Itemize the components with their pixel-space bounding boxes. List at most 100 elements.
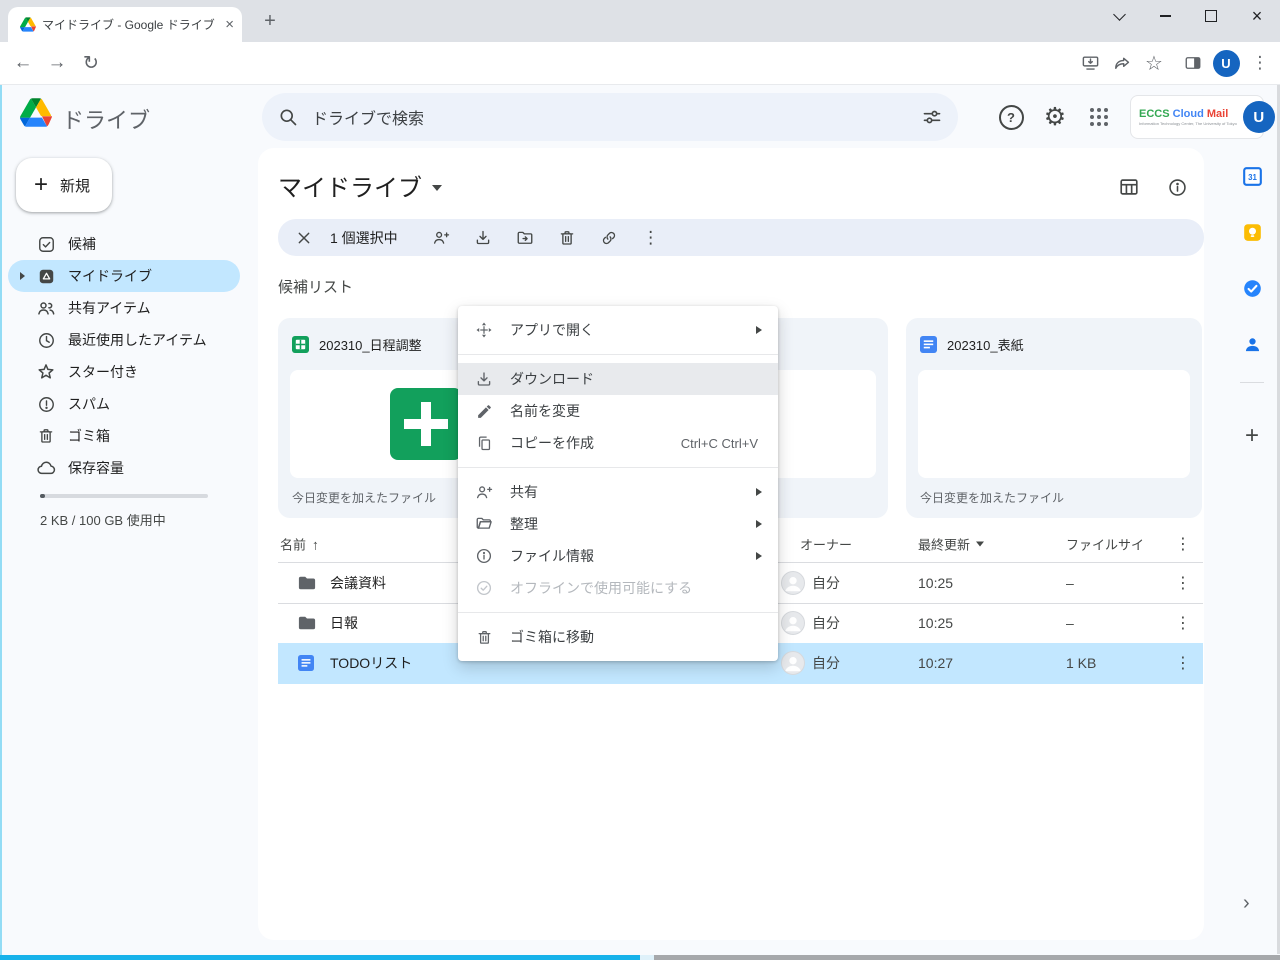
sidebar-item-trash[interactable]: ゴミ箱	[8, 420, 240, 452]
eccs-cloud-mail-logo: ECCS Cloud Mail Information Technology C…	[1139, 109, 1237, 126]
new-button[interactable]: + 新規	[16, 158, 112, 212]
app-name: ドライブ	[62, 103, 150, 135]
page-title[interactable]: マイドライブ	[278, 168, 442, 203]
search-bar[interactable]: ドライブで検索	[262, 93, 958, 141]
cloud-icon	[36, 458, 56, 478]
storage-progress-bar	[40, 494, 208, 498]
pencil-icon	[474, 403, 494, 420]
trash-icon[interactable]	[558, 229, 576, 247]
share-person-add-icon[interactable]	[432, 228, 450, 247]
column-modified[interactable]: 最終更新	[918, 535, 984, 554]
tab-search-chevron-icon[interactable]	[1096, 0, 1142, 32]
move-to-folder-icon[interactable]	[516, 228, 534, 248]
reload-button[interactable]: ↻	[76, 42, 106, 84]
tasks-icon[interactable]	[1241, 277, 1263, 299]
sidebar-item-shared[interactable]: 共有アイテム	[8, 292, 240, 324]
file-card-docs[interactable]: 202310_表紙 今日変更を加えたファイル	[906, 318, 1202, 518]
share-person-add-icon	[474, 483, 494, 501]
window-minimize-button[interactable]	[1142, 0, 1188, 32]
menu-item-rename[interactable]: 名前を変更	[458, 395, 778, 427]
menu-item-organize[interactable]: 整理	[458, 508, 778, 540]
grid-view-icon[interactable]	[1116, 174, 1142, 200]
get-link-icon[interactable]	[600, 228, 618, 248]
column-name[interactable]: 名前 ↑	[280, 535, 319, 554]
calendar-icon[interactable]: 31	[1241, 165, 1263, 187]
plus-icon: +	[34, 173, 48, 197]
row-kebab-icon[interactable]: ⋮	[1175, 573, 1191, 593]
tab-strip: マイドライブ - Google ドライブ × + ×	[0, 0, 1280, 42]
details-info-icon[interactable]	[1164, 174, 1190, 200]
docs-file-icon	[298, 655, 314, 671]
side-panel-icon[interactable]	[1178, 42, 1208, 84]
drive-favicon	[20, 17, 36, 32]
sheets-file-icon	[292, 336, 309, 353]
column-owner[interactable]: オーナー	[800, 535, 852, 554]
account-avatar[interactable]: U	[1243, 101, 1275, 133]
menu-item-make-copy[interactable]: コピーを作成 Ctrl+C Ctrl+V	[458, 427, 778, 459]
owner-avatar	[781, 611, 805, 635]
share-icon[interactable]	[1107, 42, 1137, 84]
row-kebab-icon[interactable]: ⋮	[1175, 653, 1191, 673]
clear-selection-icon[interactable]	[296, 230, 314, 246]
drive-logo	[20, 98, 52, 127]
column-size[interactable]: ファイルサイ	[1066, 535, 1144, 554]
folder-icon	[298, 576, 316, 591]
search-options-tune-icon[interactable]	[922, 107, 942, 127]
help-icon[interactable]: ?	[998, 104, 1024, 130]
video-progress-bar[interactable]	[0, 955, 1280, 960]
install-icon[interactable]	[1075, 42, 1105, 84]
keep-icon[interactable]	[1241, 221, 1263, 243]
bookmark-star-icon[interactable]: ☆	[1139, 42, 1169, 84]
forward-button[interactable]: →	[42, 42, 72, 84]
tab-close-icon[interactable]: ×	[225, 16, 234, 33]
title-dropdown-caret-icon	[432, 185, 442, 191]
window-maximize-button[interactable]	[1188, 0, 1234, 32]
column-dropdown-caret-icon	[976, 542, 984, 547]
menu-item-share[interactable]: 共有	[458, 476, 778, 508]
sidebar-item-spam[interactable]: スパム	[8, 388, 240, 420]
sidebar: 候補 マイドライブ 共有アイテム 最近使用したアイテム スタ	[0, 228, 256, 484]
tab-title: マイドライブ - Google ドライブ	[42, 16, 219, 33]
menu-item-move-to-trash[interactable]: ゴミ箱に移動	[458, 621, 778, 653]
shortcut-label: Ctrl+C Ctrl+V	[681, 436, 758, 451]
progress-gap	[640, 955, 654, 960]
menu-item-file-info[interactable]: ファイル情報	[458, 540, 778, 572]
menu-item-download[interactable]: ダウンロード	[458, 363, 778, 395]
settings-gear-icon[interactable]: ⚙	[1042, 104, 1068, 130]
browser-avatar[interactable]: U	[1211, 42, 1241, 84]
more-actions-kebab-icon[interactable]: ⋮	[642, 228, 660, 248]
header-kebab-icon[interactable]: ⋮	[1175, 534, 1191, 554]
submenu-arrow-icon	[756, 488, 762, 496]
download-icon[interactable]	[474, 228, 492, 247]
sidebar-item-my-drive[interactable]: マイドライブ	[8, 260, 240, 292]
window-close-button[interactable]: ×	[1234, 0, 1280, 32]
card-caption: 今日変更を加えたファイル	[906, 478, 1202, 506]
browser-tab[interactable]: マイドライブ - Google ドライブ ×	[8, 7, 242, 42]
new-tab-button[interactable]: +	[258, 10, 282, 33]
sidebar-item-starred[interactable]: スター付き	[8, 356, 240, 388]
sidebar-item-suggested[interactable]: 候補	[8, 228, 240, 260]
show-side-panel-chevron-icon[interactable]: ›	[1243, 892, 1250, 915]
folder-icon	[298, 616, 316, 631]
menu-divider	[458, 467, 778, 468]
menu-item-open-with[interactable]: アプリで開く	[458, 314, 778, 346]
selection-toolbar: 1 個選択中	[278, 219, 1204, 256]
sidebar-item-recent[interactable]: 最近使用したアイテム	[8, 324, 240, 356]
copy-icon	[474, 435, 494, 452]
sidebar-item-storage[interactable]: 保存容量	[8, 452, 240, 484]
contacts-icon[interactable]	[1241, 333, 1263, 355]
account-badge[interactable]: ECCS Cloud Mail Information Technology C…	[1130, 95, 1264, 139]
submenu-arrow-icon	[756, 552, 762, 560]
progress-played	[0, 955, 640, 960]
context-menu: アプリで開く ダウンロード 名前を変更 コピーを作成 Ctrl+C Ctrl+V	[458, 306, 778, 661]
spam-alert-icon	[36, 394, 56, 414]
clock-icon	[36, 330, 56, 350]
info-icon	[474, 547, 494, 565]
expand-triangle-icon[interactable]	[20, 272, 25, 280]
browser-menu-kebab-icon[interactable]: ⋮	[1245, 42, 1275, 84]
apps-grid-icon[interactable]	[1086, 104, 1112, 130]
add-side-panel-app-icon[interactable]: +	[1241, 422, 1263, 450]
row-kebab-icon[interactable]: ⋮	[1175, 613, 1191, 633]
back-button[interactable]: ←	[8, 42, 38, 84]
selection-count: 1 個選択中	[330, 228, 398, 248]
